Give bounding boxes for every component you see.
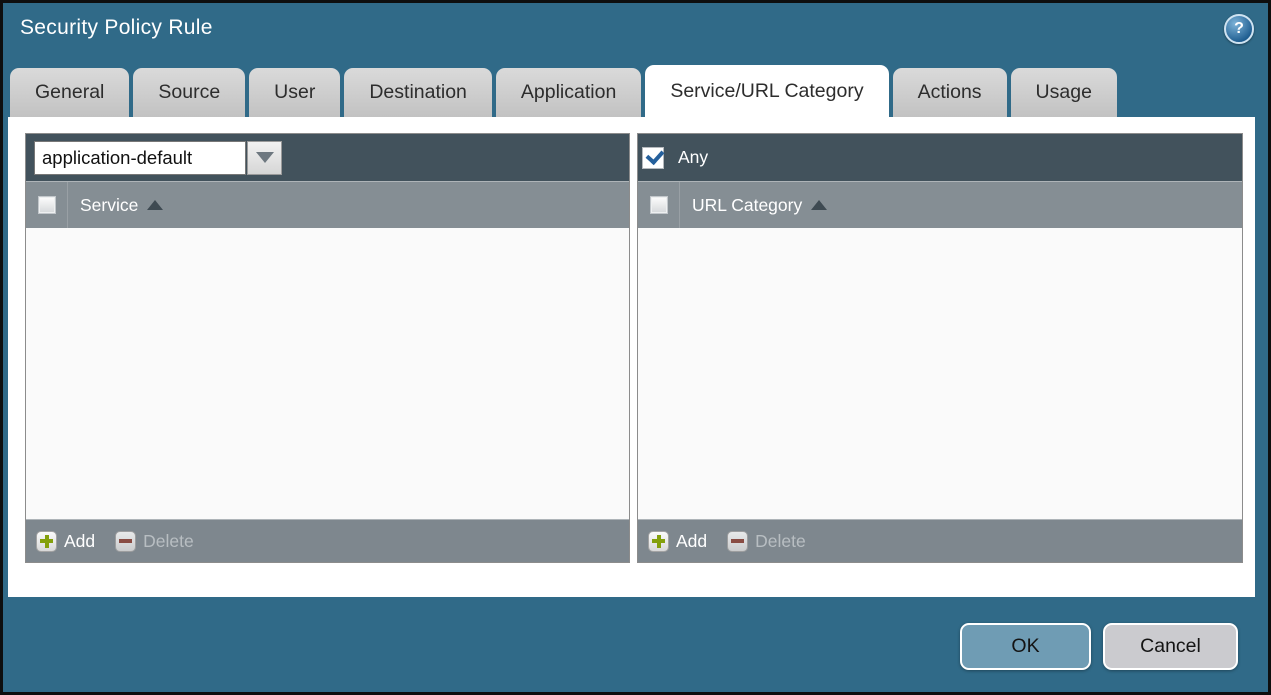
tab-service-url-category[interactable]: Service/URL Category [645, 65, 889, 117]
tab-source[interactable]: Source [133, 68, 246, 117]
url-category-column-header[interactable]: URL Category [692, 195, 802, 216]
sort-ascending-icon[interactable] [811, 200, 828, 210]
url-category-add-button[interactable]: Add [648, 530, 708, 552]
add-button-label: Add [676, 530, 708, 551]
security-policy-rule-dialog: Security Policy Rule ? General Source Us… [0, 0, 1271, 695]
url-category-select-all-checkbox[interactable] [649, 196, 668, 214]
any-checkbox[interactable] [642, 145, 665, 169]
tab-destination[interactable]: Destination [344, 68, 492, 117]
service-column-header[interactable]: Service [80, 195, 138, 216]
service-type-input[interactable] [34, 140, 246, 175]
delete-button-label: Delete [755, 530, 806, 551]
url-category-toolbar: Any [638, 134, 1242, 181]
url-category-select-all-cell [638, 182, 680, 228]
service-delete-button[interactable]: Delete [115, 530, 194, 552]
tab-content-area: Service Add Delete Any [8, 117, 1255, 597]
checkmark-icon [645, 145, 665, 165]
add-icon [648, 530, 669, 552]
delete-icon [115, 530, 137, 552]
add-button-label: Add [64, 530, 96, 551]
service-list-body[interactable] [26, 228, 629, 519]
service-type-dropdown [34, 140, 282, 175]
add-icon [36, 530, 57, 552]
url-category-actions-bar: Add Delete [638, 519, 1242, 562]
tab-usage[interactable]: Usage [1010, 68, 1117, 117]
delete-button-label: Delete [143, 530, 194, 551]
tab-general[interactable]: General [10, 68, 130, 117]
service-add-button[interactable]: Add [36, 530, 96, 552]
service-toolbar [26, 134, 629, 181]
tab-application[interactable]: Application [495, 68, 642, 117]
service-actions-bar: Add Delete [26, 519, 629, 562]
help-icon[interactable]: ? [1224, 14, 1254, 44]
url-category-table-header: URL Category [638, 181, 1242, 228]
sort-ascending-icon[interactable] [147, 200, 164, 210]
service-select-all-cell [26, 182, 68, 228]
dialog-title: Security Policy Rule [20, 16, 213, 39]
ok-button[interactable]: OK [960, 623, 1091, 670]
service-select-all-checkbox[interactable] [37, 196, 56, 214]
url-category-delete-button[interactable]: Delete [727, 530, 806, 552]
service-table-header: Service [26, 181, 629, 228]
dropdown-arrow-icon [255, 152, 274, 163]
cancel-button[interactable]: Cancel [1103, 623, 1238, 670]
tab-strip: General Source User Destination Applicat… [10, 65, 1117, 117]
tab-actions[interactable]: Actions [892, 68, 1007, 117]
tab-user[interactable]: User [249, 68, 341, 117]
service-type-dropdown-button[interactable] [247, 140, 282, 175]
url-category-list-body[interactable] [638, 228, 1242, 519]
delete-icon [727, 530, 749, 552]
service-panel: Service Add Delete [25, 133, 630, 563]
any-label: Any [678, 147, 709, 167]
url-category-panel: Any URL Category Add Delete [637, 133, 1243, 563]
